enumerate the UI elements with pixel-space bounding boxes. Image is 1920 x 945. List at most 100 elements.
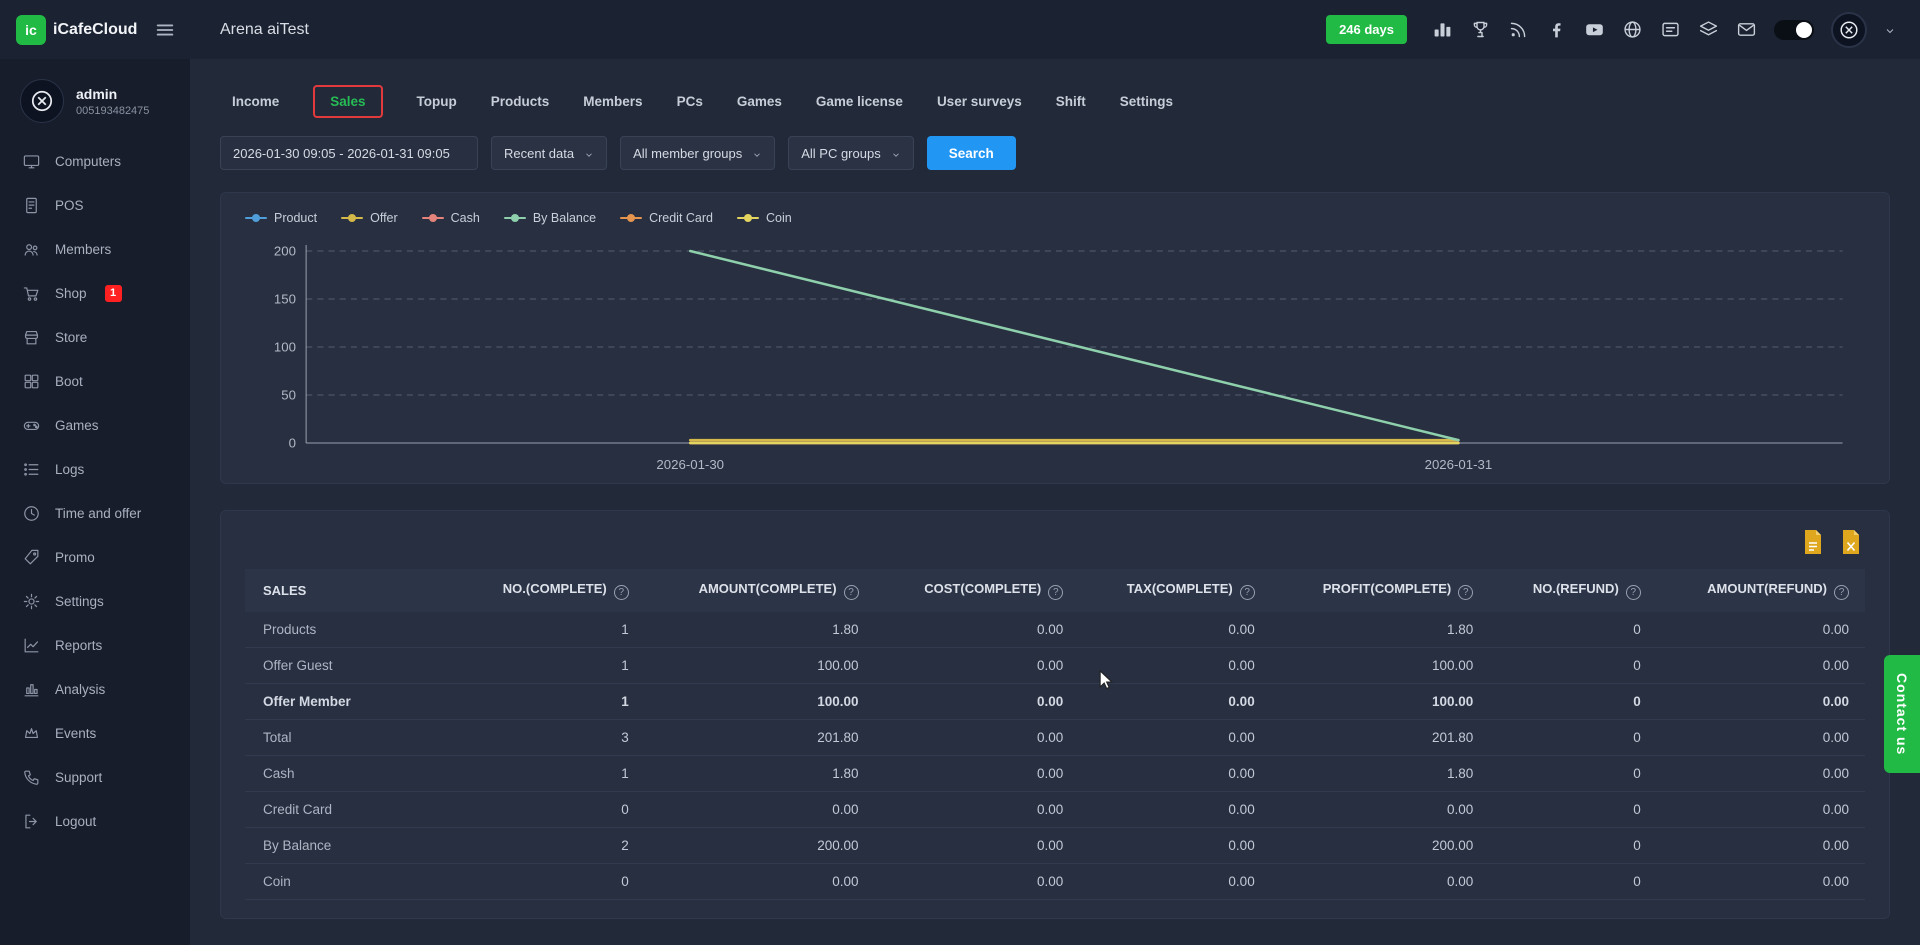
legend-marker-icon [737, 213, 759, 223]
user-avatar[interactable] [1831, 12, 1867, 48]
mail-icon[interactable] [1736, 19, 1757, 40]
sidebar-item-settings[interactable]: Settings [0, 579, 190, 623]
sidebar-item-store[interactable]: Store [0, 315, 190, 359]
help-icon[interactable]: ? [1458, 585, 1473, 600]
sidebar-item-label: Computers [55, 154, 121, 169]
sidebar-item-events[interactable]: Events [0, 711, 190, 755]
cell-amount-refund: 0.00 [1657, 828, 1865, 864]
layers-icon[interactable] [1698, 19, 1719, 40]
table-row: Credit Card 0 0.00 0.00 0.00 0.00 0 0.00 [245, 792, 1865, 828]
bar-chart-icon [22, 680, 41, 699]
legend-marker-icon [504, 213, 526, 223]
facebook-icon[interactable] [1546, 19, 1567, 40]
help-icon[interactable]: ? [844, 585, 859, 600]
sidebar-item-support[interactable]: Support [0, 755, 190, 799]
contact-us-button[interactable]: Contact us [1884, 655, 1920, 773]
table-row: Cash 1 1.80 0.00 0.00 1.80 0 0.00 [245, 756, 1865, 792]
data-mode-select[interactable]: Recent data [491, 136, 607, 170]
chevron-down-icon [752, 148, 762, 158]
sidebar-item-logs[interactable]: Logs [0, 447, 190, 491]
cell-amount-complete: 201.80 [645, 720, 875, 756]
sidebar-item-shop[interactable]: Shop 1 [0, 271, 190, 315]
column-header-no-refund: NO.(REFUND)? [1489, 569, 1657, 612]
legend-item[interactable]: Offer [341, 211, 398, 225]
sidebar-user-block: admin 005193482475 [0, 73, 190, 139]
theme-toggle[interactable] [1774, 20, 1814, 40]
legend-label: By Balance [533, 211, 596, 225]
tab-game-license[interactable]: Game license [816, 94, 903, 109]
sidebar-item-label: Games [55, 418, 99, 433]
cell-no-complete: 0 [456, 792, 645, 828]
tab-games[interactable]: Games [737, 94, 782, 109]
cell-no-complete: 2 [456, 828, 645, 864]
sidebar-item-members[interactable]: Members [0, 227, 190, 271]
tab-sales[interactable]: Sales [313, 85, 382, 118]
rss-icon[interactable] [1508, 19, 1529, 40]
cell-cost-complete: 0.00 [875, 684, 1080, 720]
cell-amount-complete: 0.00 [645, 792, 875, 828]
export-excel-icon[interactable] [1839, 529, 1863, 555]
help-icon[interactable]: ? [1048, 585, 1063, 600]
sidebar-item-analysis[interactable]: Analysis [0, 667, 190, 711]
sidebar-item-computers[interactable]: Computers [0, 139, 190, 183]
tab-shift[interactable]: Shift [1056, 94, 1086, 109]
cell-amount-refund: 0.00 [1657, 720, 1865, 756]
globe-icon[interactable] [1622, 19, 1643, 40]
cell-tax-complete: 0.00 [1079, 792, 1270, 828]
tab-pcs[interactable]: PCs [677, 94, 703, 109]
date-range-input[interactable]: 2026-01-30 09:05 - 2026-01-31 09:05 [220, 136, 478, 170]
export-pdf-icon[interactable] [1801, 529, 1825, 555]
clock-icon [22, 504, 41, 523]
ranking-icon[interactable] [1432, 19, 1453, 40]
tab-members[interactable]: Members [583, 94, 642, 109]
topbar-actions: 246 days [1326, 12, 1896, 48]
help-icon[interactable]: ? [1834, 585, 1849, 600]
row-label: Products [245, 612, 456, 648]
sidebar-item-logout[interactable]: Logout [0, 799, 190, 843]
tab-products[interactable]: Products [491, 94, 550, 109]
news-icon[interactable] [1660, 19, 1681, 40]
tab-settings[interactable]: Settings [1120, 94, 1173, 109]
help-icon[interactable]: ? [614, 585, 629, 600]
cell-amount-complete: 1.80 [645, 612, 875, 648]
legend-item[interactable]: Cash [422, 211, 480, 225]
sidebar-item-time-and-offer[interactable]: Time and offer [0, 491, 190, 535]
legend-item[interactable]: Credit Card [620, 211, 713, 225]
sidebar-item-games[interactable]: Games [0, 403, 190, 447]
tab-income[interactable]: Income [232, 94, 279, 109]
youtube-icon[interactable] [1584, 19, 1605, 40]
date-range-value: 2026-01-30 09:05 - 2026-01-31 09:05 [233, 146, 450, 161]
legend-label: Cash [451, 211, 480, 225]
brand[interactable]: ic iCafeCloud [16, 15, 137, 45]
row-label: Cash [245, 756, 456, 792]
hamburger-menu-icon[interactable] [154, 19, 176, 41]
tab-user-surveys[interactable]: User surveys [937, 94, 1022, 109]
help-icon[interactable]: ? [1240, 585, 1255, 600]
sidebar-item-label: Promo [55, 550, 95, 565]
search-button[interactable]: Search [927, 136, 1016, 170]
cell-amount-refund: 0.00 [1657, 792, 1865, 828]
cell-profit-complete: 1.80 [1271, 612, 1490, 648]
sales-table-body: Products 1 1.80 0.00 0.00 1.80 0 0.00 Of… [245, 612, 1865, 900]
sidebar-item-boot[interactable]: Boot [0, 359, 190, 403]
pc-groups-select[interactable]: All PC groups [788, 136, 913, 170]
svg-text:150: 150 [274, 292, 296, 307]
sidebar-item-label: POS [55, 198, 84, 213]
sidebar-item-pos[interactable]: POS [0, 183, 190, 227]
legend-item[interactable]: By Balance [504, 211, 596, 225]
legend-item[interactable]: Product [245, 211, 317, 225]
license-days-badge[interactable]: 246 days [1326, 15, 1407, 44]
help-icon[interactable]: ? [1626, 585, 1641, 600]
sidebar-item-promo[interactable]: Promo [0, 535, 190, 579]
legend-item[interactable]: Coin [737, 211, 792, 225]
brand-area: ic iCafeCloud [0, 15, 190, 45]
cell-no-complete: 1 [456, 756, 645, 792]
member-groups-select[interactable]: All member groups [620, 136, 775, 170]
cell-tax-complete: 0.00 [1079, 648, 1270, 684]
sidebar-item-label: Store [55, 330, 87, 345]
sidebar-item-reports[interactable]: Reports [0, 623, 190, 667]
cell-no-complete: 3 [456, 720, 645, 756]
trophy-icon[interactable] [1470, 19, 1491, 40]
chevron-down-icon[interactable] [1884, 24, 1896, 36]
tab-topup[interactable]: Topup [417, 94, 457, 109]
